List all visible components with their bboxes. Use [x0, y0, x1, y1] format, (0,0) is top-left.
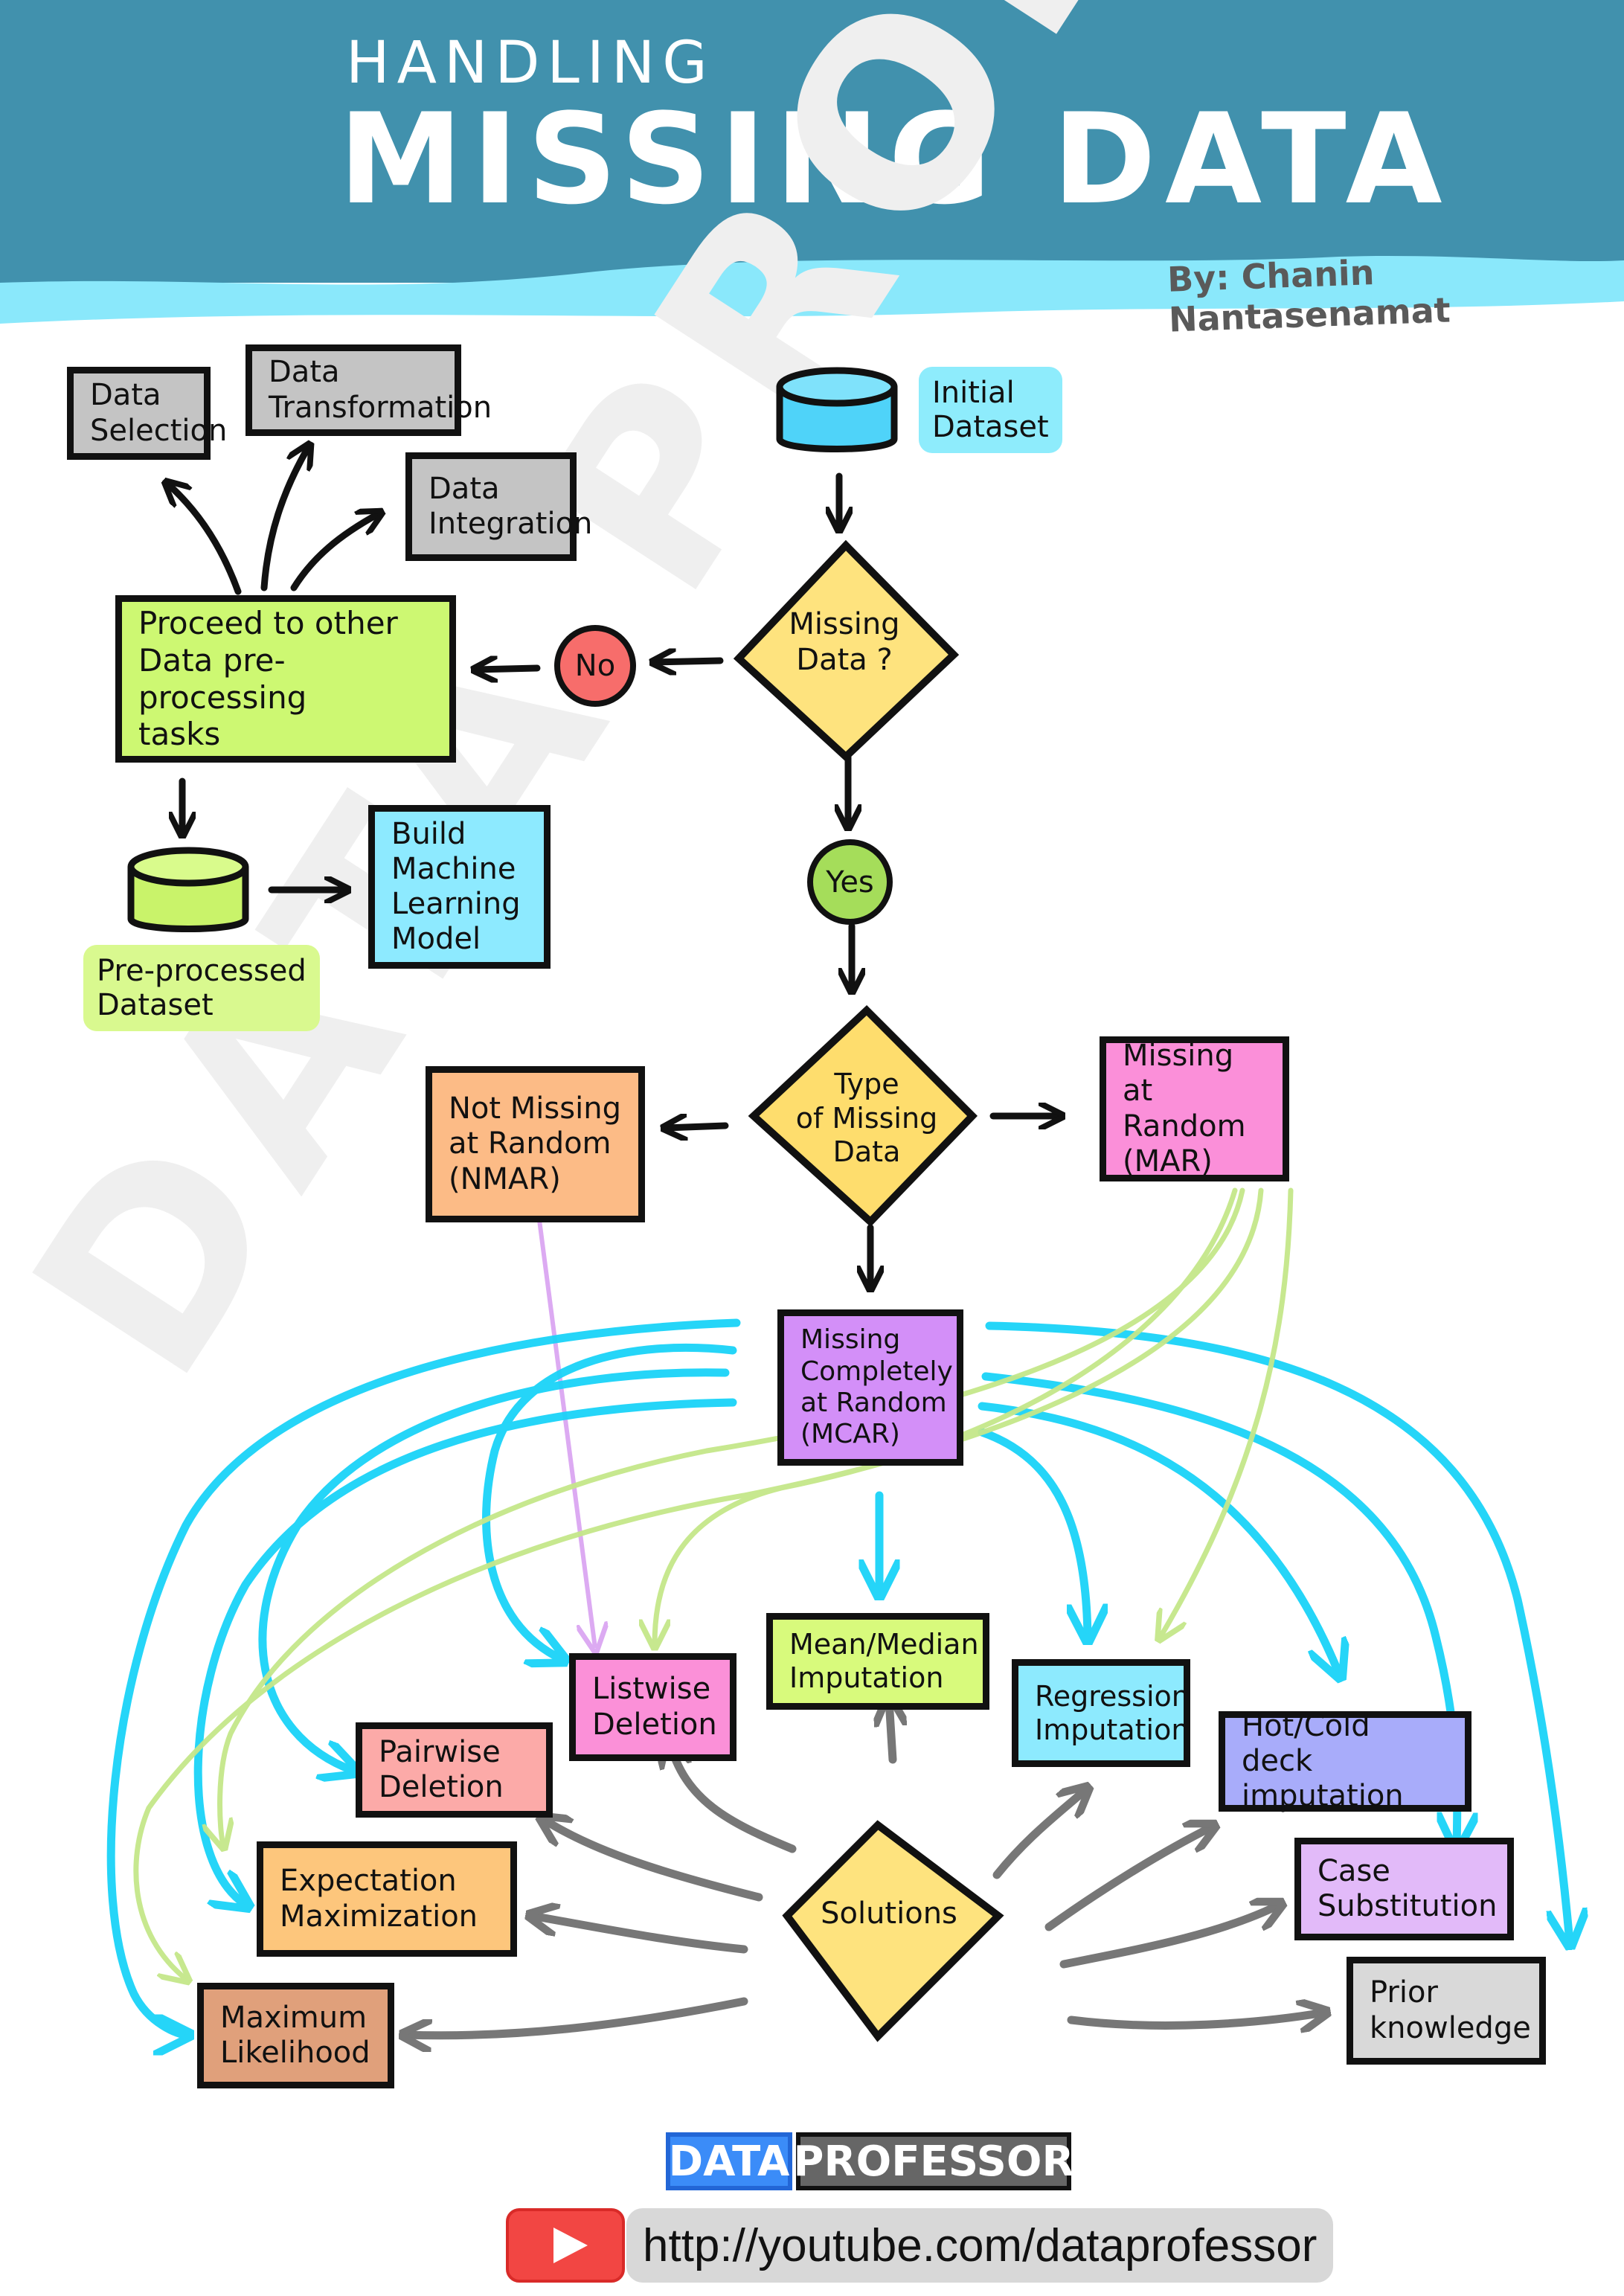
preprocessed-dataset-label: Pre-processed Dataset: [83, 945, 320, 1031]
mar-box[interactable]: Missing at Random (MAR): [1100, 1036, 1289, 1181]
preprocessed-dataset-icon: [127, 847, 249, 932]
prior-knowledge-box[interactable]: Prior knowledge: [1347, 1957, 1546, 2065]
missing-data-decision-label: Missing Data ?: [789, 607, 900, 677]
regression-imputation-box[interactable]: Regression Imputation: [1012, 1659, 1190, 1767]
edge-solutions-to-prior: [1067, 2013, 1324, 2025]
logo-professor: PROFESSOR: [793, 2132, 1074, 2190]
initial-dataset-icon: [776, 367, 898, 452]
logo-data: DATA: [666, 2132, 792, 2190]
data-integration-box[interactable]: Data Integration: [405, 452, 592, 561]
edge-mcar-to-regression: [978, 1428, 1088, 1637]
no-badge[interactable]: No: [554, 625, 636, 707]
case-substitution-box[interactable]: Case Substitution: [1294, 1838, 1514, 1940]
edge-proceed-to-integration: [290, 513, 379, 591]
data-transformation-box[interactable]: Data Transformation: [245, 344, 492, 436]
edge-proceed-to-selection: [167, 484, 242, 595]
edge-solutions-to-ml: [405, 1997, 748, 2036]
type-decision-label: Type of Missing Data: [795, 1068, 938, 1169]
build-ml-model-box[interactable]: Build Machine Learning Model: [368, 805, 551, 969]
edge-solutions-to-case: [1059, 1905, 1280, 1969]
edge-solutions-to-em: [532, 1916, 748, 1954]
edge-solutions-to-regression: [992, 1789, 1086, 1879]
listwise-deletion-box[interactable]: Listwise Deletion: [569, 1653, 736, 1761]
proceed-preprocessing-box[interactable]: Proceed to other Data pre-processing tas…: [115, 595, 456, 763]
solutions-hub-label: Solutions: [821, 1896, 957, 1931]
edge-nmar-to-listwise: [537, 1219, 595, 1648]
yes-badge[interactable]: Yes: [807, 839, 893, 925]
edge-proceed-to-transformation: [260, 446, 309, 591]
youtube-play-icon[interactable]: [506, 2208, 625, 2283]
nmar-box[interactable]: Not Missing at Random (NMAR): [426, 1066, 645, 1222]
pairwise-deletion-box[interactable]: Pairwise Deletion: [356, 1722, 553, 1818]
data-selection-box[interactable]: Data Selection: [67, 367, 227, 460]
edge-solutions-to-pairwise: [543, 1819, 763, 1902]
expectation-maximization-box[interactable]: Expectation Maximization: [257, 1841, 517, 1957]
mcar-box[interactable]: Missing Completely at Random (MCAR): [777, 1309, 963, 1466]
edge-no-to-proceed: [476, 668, 541, 670]
maximum-likelihood-box[interactable]: Maximum Likelihood: [197, 1983, 394, 2088]
edge-type-to-nmar: [666, 1126, 729, 1128]
youtube-url-link[interactable]: http://youtube.com/dataprofessor: [626, 2208, 1334, 2283]
initial-dataset-label: Initial Dataset: [919, 367, 1062, 453]
hot-cold-deck-box[interactable]: Hot/Cold deck imputation: [1219, 1709, 1471, 1813]
edge-solutions-to-hotcold: [1044, 1827, 1213, 1931]
edge-decision-to-no: [655, 661, 724, 662]
mean-median-imputation-box[interactable]: Mean/Median Imputation: [766, 1613, 989, 1710]
